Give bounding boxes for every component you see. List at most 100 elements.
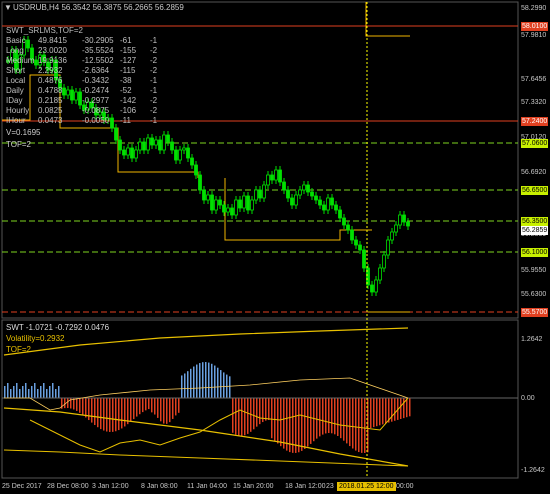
histogram-bar bbox=[223, 372, 225, 398]
table-cell: 0.4788 bbox=[38, 86, 63, 95]
candle-body bbox=[186, 147, 190, 159]
price-axis-label: 55.9550 bbox=[521, 267, 547, 274]
histogram-bar bbox=[67, 398, 69, 409]
histogram-bar bbox=[364, 398, 366, 453]
histogram-bar bbox=[172, 398, 174, 419]
time-axis-label: 3 Jan 12:00 bbox=[92, 483, 129, 490]
table-cell: Daily bbox=[6, 86, 24, 95]
candles bbox=[6, 36, 410, 296]
candle-body bbox=[234, 199, 238, 216]
price-axis-label: 57.6456 bbox=[521, 76, 547, 83]
candle-body bbox=[270, 174, 274, 181]
histogram-bar bbox=[385, 398, 387, 424]
table-cell: Medium bbox=[6, 56, 35, 65]
swt-signal-line bbox=[3, 449, 409, 467]
histogram-bar bbox=[178, 398, 180, 413]
table-cell: -0.0050 bbox=[82, 116, 110, 125]
candle-body bbox=[310, 191, 314, 197]
swt-histogram bbox=[4, 362, 411, 453]
histogram-bar bbox=[208, 362, 210, 398]
histogram-bar bbox=[394, 398, 396, 421]
histogram-bar bbox=[232, 398, 234, 433]
candle-body bbox=[402, 214, 406, 223]
histogram-bar bbox=[79, 398, 81, 413]
histogram-bar bbox=[334, 398, 336, 435]
histogram-bar bbox=[13, 386, 15, 398]
candle-body bbox=[170, 141, 174, 151]
candle-body bbox=[154, 139, 158, 146]
histogram-bar bbox=[115, 398, 117, 432]
histogram-bar bbox=[133, 398, 135, 420]
candle-body bbox=[354, 239, 358, 246]
histogram-bar bbox=[19, 389, 21, 398]
histogram-bar bbox=[241, 398, 243, 436]
swt-oscillator-line bbox=[29, 397, 409, 453]
candle-body bbox=[238, 199, 242, 209]
price-axis-label: 55.6300 bbox=[521, 291, 547, 298]
table-cell: -0.2474 bbox=[82, 86, 110, 95]
histogram-bar bbox=[145, 398, 147, 411]
candle-body bbox=[138, 141, 142, 151]
swt-axis-label: -1.2642 bbox=[521, 467, 545, 474]
chart-dropdown-icon[interactable]: ▼ bbox=[4, 3, 12, 12]
histogram-bar bbox=[40, 386, 42, 398]
histogram-bar bbox=[76, 398, 78, 411]
price-axis-label: 56.6920 bbox=[521, 169, 547, 176]
histogram-bar bbox=[166, 398, 168, 424]
table-cell: -35.5524 bbox=[82, 46, 114, 55]
histogram-bar bbox=[376, 398, 378, 427]
candle-body bbox=[146, 137, 150, 151]
price-level-label: 57.0600 bbox=[521, 139, 548, 148]
table-cell: -0.0875 bbox=[82, 106, 110, 115]
candle-body bbox=[122, 149, 126, 156]
histogram-bar bbox=[169, 398, 171, 423]
table-cell: IDay bbox=[6, 96, 23, 105]
price-level-label: 56.2859 bbox=[521, 226, 548, 235]
candle-body bbox=[194, 164, 198, 176]
price-level-label: 57.2400 bbox=[521, 117, 548, 126]
histogram-bar bbox=[16, 383, 18, 398]
table-cell: 2.2932 bbox=[38, 66, 63, 75]
histogram-bar bbox=[7, 383, 9, 398]
time-axis-label: 25 Dec 2017 bbox=[2, 483, 42, 490]
histogram-bar bbox=[343, 398, 345, 441]
histogram-bar bbox=[151, 398, 153, 413]
time-axis-label: 00:00 bbox=[396, 483, 414, 490]
histogram-bar bbox=[307, 398, 309, 447]
time-axis-label: 28 Dec 08:00 bbox=[47, 483, 89, 490]
candle-body bbox=[246, 195, 250, 211]
price-level-label: 56.3500 bbox=[521, 217, 548, 226]
histogram-bar bbox=[349, 398, 351, 447]
candle-body bbox=[62, 87, 66, 96]
time-axis-label: 2018.01.25 12:00 bbox=[337, 482, 396, 491]
histogram-bar bbox=[199, 363, 201, 398]
candle-body bbox=[322, 204, 326, 211]
histogram-bar bbox=[361, 398, 363, 453]
histogram-bar bbox=[28, 389, 30, 398]
candle-body bbox=[114, 127, 118, 141]
histogram-bar bbox=[382, 398, 384, 425]
histogram-bar bbox=[85, 398, 87, 418]
histogram-bar bbox=[52, 383, 54, 398]
candle-body bbox=[198, 174, 202, 191]
candle-body bbox=[142, 141, 146, 151]
candle-body bbox=[302, 184, 306, 191]
candle-body bbox=[110, 117, 114, 129]
candle-body bbox=[206, 194, 210, 201]
table-cell: -12.5502 bbox=[82, 56, 114, 65]
candle-body bbox=[338, 209, 342, 219]
histogram-bar bbox=[211, 363, 213, 398]
candle-body bbox=[334, 204, 338, 211]
candle-body bbox=[218, 199, 222, 206]
candle-body bbox=[226, 207, 230, 213]
histogram-bar bbox=[355, 398, 357, 451]
table-cell: -2 bbox=[150, 66, 158, 75]
candle-body bbox=[134, 149, 138, 159]
table-cell: 0.0473 bbox=[38, 116, 63, 125]
histogram-bar bbox=[196, 364, 198, 398]
table-cell: -106 bbox=[120, 106, 137, 115]
candle-body bbox=[382, 254, 386, 269]
histogram-bar bbox=[82, 398, 84, 416]
histogram-bar bbox=[316, 398, 318, 439]
histogram-bar bbox=[163, 398, 165, 424]
